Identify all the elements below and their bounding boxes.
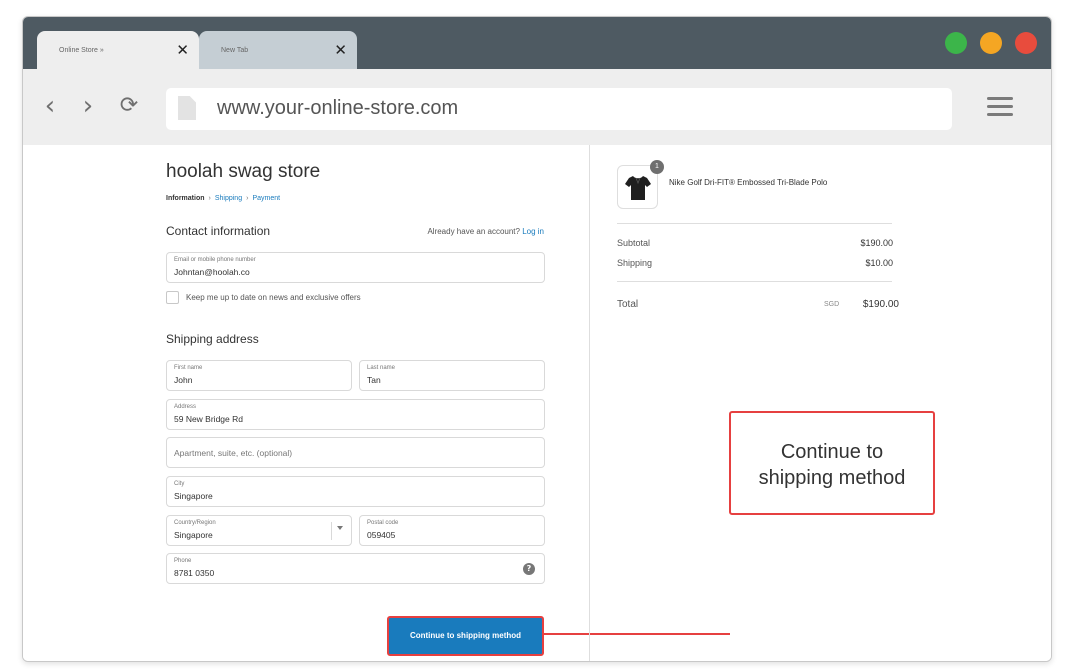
reload-icon[interactable]: ⟳ <box>116 91 142 121</box>
apartment-placeholder: Apartment, suite, etc. (optional) <box>174 448 293 458</box>
maximize-dot[interactable] <box>945 32 967 54</box>
tab-online-store[interactable]: Online Store » ✕ <box>37 31 199 69</box>
callout-line-2: shipping method <box>758 467 906 489</box>
phone-label: Phone <box>174 558 192 564</box>
polo-shirt-icon <box>625 176 651 200</box>
window-controls <box>945 32 1037 54</box>
city-label: City <box>174 481 185 487</box>
address-bar[interactable]: www.your-online-store.com <box>166 88 952 130</box>
contact-title: Contact information <box>166 224 271 238</box>
account-prompt-text: Already have an account? <box>427 227 520 236</box>
browser-titlebar: Online Store » ✕ New Tab ✕ <box>23 17 1051 69</box>
close-tab-icon[interactable]: ✕ <box>334 41 347 59</box>
email-field[interactable]: Email or mobile phone number Johntan@hoo… <box>166 252 545 283</box>
callout-connector <box>544 633 730 635</box>
address-value: 59 New Bridge Rd <box>174 414 243 424</box>
page-icon <box>178 96 196 120</box>
subtotal-row: Subtotal $190.00 <box>617 238 899 248</box>
last-name-field[interactable]: Last name Tan <box>359 360 545 391</box>
city-field[interactable]: City Singapore <box>166 476 545 507</box>
breadcrumb-payment[interactable]: Payment <box>252 195 280 202</box>
address-label: Address <box>174 404 197 410</box>
callout-box: Continue to shipping method <box>729 411 935 515</box>
total-value: $190.00 <box>862 299 899 310</box>
close-tab-icon[interactable]: ✕ <box>176 41 189 59</box>
total-row: Total SGD $190.00 <box>617 299 899 310</box>
last-name-value: Tan <box>367 375 381 385</box>
column-divider <box>589 145 590 661</box>
country-label: Country/Region <box>174 520 216 526</box>
summary-divider <box>617 281 892 282</box>
shipping-address-title: Shipping address <box>166 332 259 346</box>
minimize-dot[interactable] <box>980 32 1002 54</box>
subtotal-label: Subtotal <box>617 238 651 248</box>
chevron-right-icon: › <box>246 195 249 202</box>
newsletter-label: Keep me up to date on news and exclusive… <box>186 293 361 302</box>
help-icon[interactable]: ? <box>523 563 535 575</box>
continue-to-shipping-button[interactable]: Continue to shipping method <box>387 616 544 656</box>
postal-code-field[interactable]: Postal code 059405 <box>359 515 545 546</box>
phone-field[interactable]: Phone 8781 0350 ? <box>166 553 545 584</box>
chevron-down-icon[interactable] <box>337 526 343 530</box>
first-name-label: First name <box>174 365 203 371</box>
account-prompt: Already have an account? Log in <box>412 227 544 236</box>
quantity-badge: 1 <box>650 160 664 174</box>
close-dot[interactable] <box>1015 32 1037 54</box>
shipping-label: Shipping <box>617 258 653 268</box>
country-select[interactable]: Country/Region Singapore <box>166 515 352 546</box>
subtotal-value: $190.00 <box>860 238 893 248</box>
email-label: Email or mobile phone number <box>174 257 256 263</box>
shipping-row: Shipping $10.00 <box>617 258 899 268</box>
login-link[interactable]: Log in <box>522 227 544 236</box>
tab-title: New Tab <box>221 47 249 54</box>
breadcrumb: Information › Shipping › Payment <box>166 195 280 202</box>
url-text: www.your-online-store.com <box>217 97 459 119</box>
breadcrumb-shipping[interactable]: Shipping <box>215 195 242 202</box>
last-name-label: Last name <box>367 365 396 371</box>
address-field[interactable]: Address 59 New Bridge Rd <box>166 399 545 430</box>
chevron-right-icon: › <box>208 195 211 202</box>
email-value: Johntan@hoolah.co <box>174 267 250 277</box>
select-divider <box>331 522 332 540</box>
tab-title: Online Store » <box>59 47 104 54</box>
country-value: Singapore <box>174 530 213 540</box>
page-content: hoolah swag store Information › Shipping… <box>23 145 1051 661</box>
first-name-value: John <box>174 375 193 385</box>
store-title: hoolah swag store <box>166 161 321 182</box>
browser-window: Online Store » ✕ New Tab ✕ ‹ › ⟳ www.you… <box>22 16 1052 662</box>
breadcrumb-information: Information <box>166 195 205 202</box>
phone-value: 8781 0350 <box>174 568 215 578</box>
tab-new-tab[interactable]: New Tab ✕ <box>199 31 357 69</box>
postal-code-value: 059405 <box>367 530 396 540</box>
summary-divider <box>617 223 892 224</box>
browser-toolbar: ‹ › ⟳ www.your-online-store.com <box>23 69 1051 145</box>
shipping-value: $10.00 <box>865 258 893 268</box>
city-value: Singapore <box>174 491 213 501</box>
apartment-field[interactable]: Apartment, suite, etc. (optional) <box>166 437 545 468</box>
forward-icon[interactable]: › <box>75 91 101 121</box>
callout-line-1: Continue to <box>780 441 884 463</box>
newsletter-checkbox[interactable] <box>166 291 179 304</box>
back-icon[interactable]: ‹ <box>37 91 63 121</box>
total-label: Total <box>617 299 639 310</box>
postal-code-label: Postal code <box>367 520 399 526</box>
total-currency: SGD <box>824 301 840 308</box>
first-name-field[interactable]: First name John <box>166 360 352 391</box>
product-name: Nike Golf Dri-FIT® Embossed Tri-Blade Po… <box>669 178 828 187</box>
hamburger-menu-icon[interactable] <box>987 97 1013 119</box>
